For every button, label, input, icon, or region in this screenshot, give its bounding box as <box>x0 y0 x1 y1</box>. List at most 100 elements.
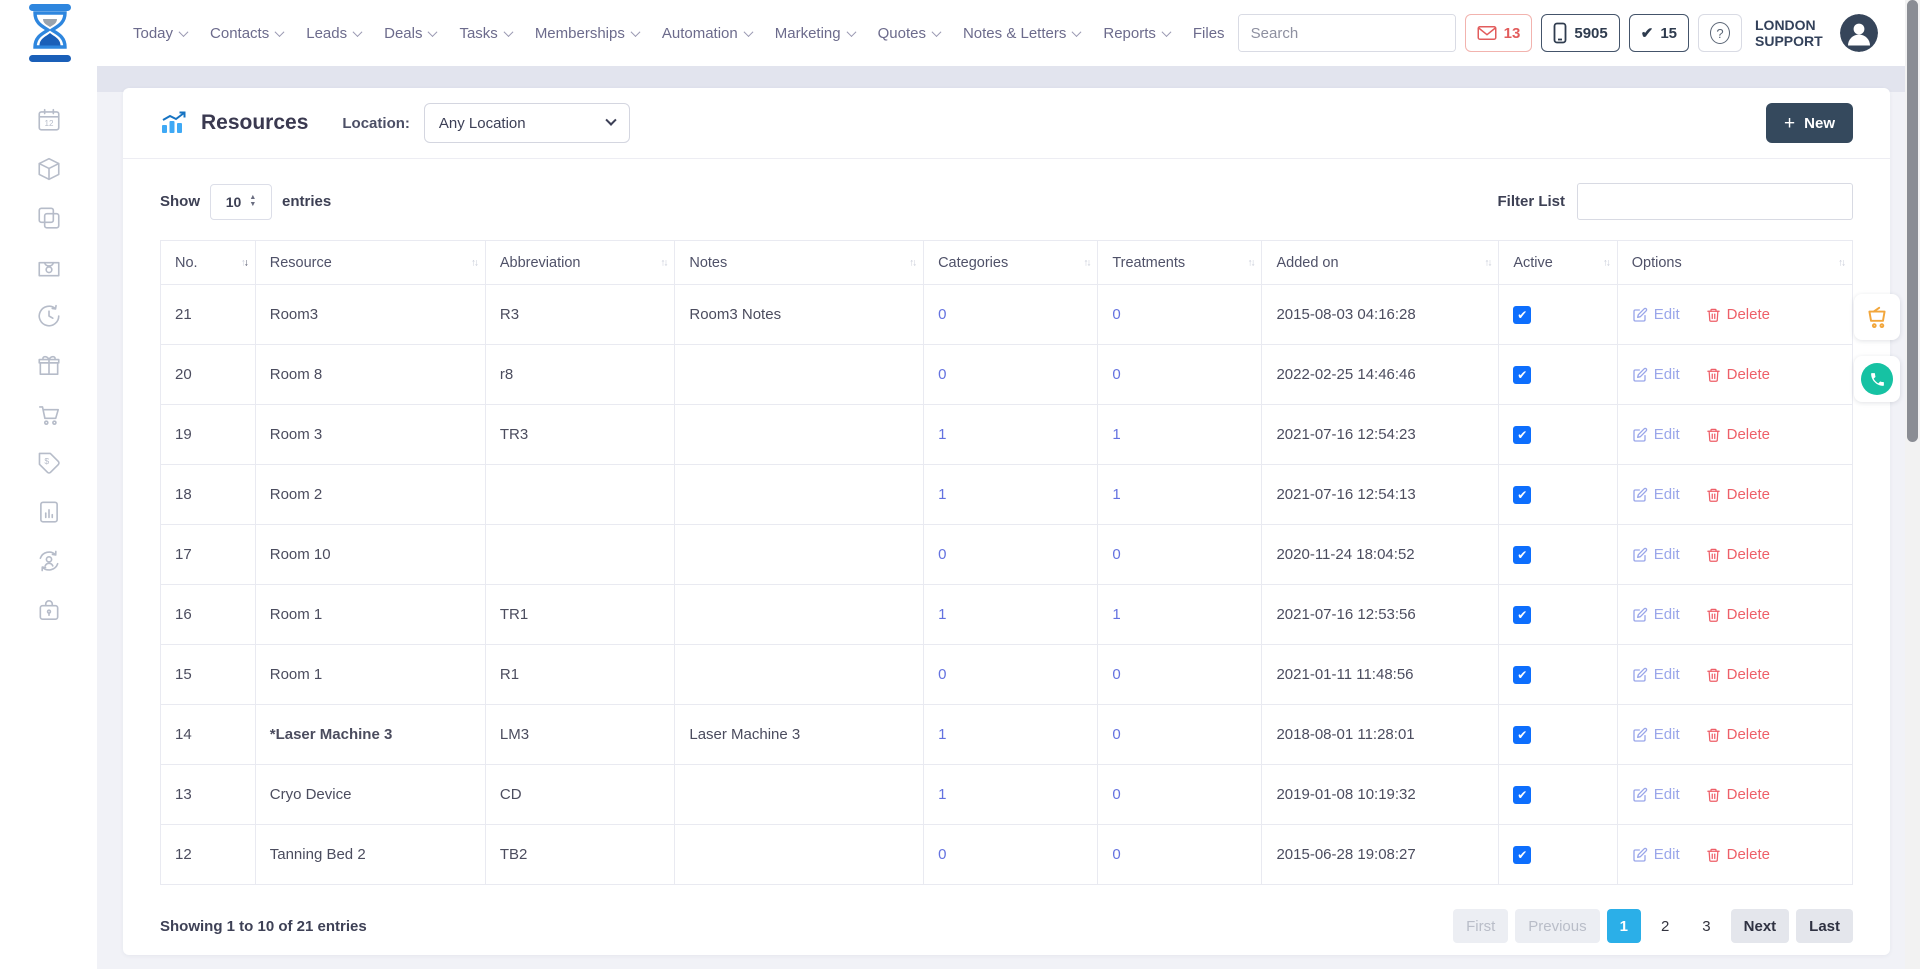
column-header-abbreviation[interactable]: Abbreviation↑↓ <box>485 241 675 285</box>
sidebar-item-shop[interactable] <box>35 400 62 427</box>
phone-badge[interactable]: 5905 <box>1541 14 1619 52</box>
nav-item-memberships[interactable]: Memberships <box>535 25 639 42</box>
delete-button[interactable]: Delete <box>1706 606 1770 623</box>
sidebar-item-calendar[interactable]: 12 <box>35 106 62 133</box>
edit-button[interactable]: Edit <box>1632 666 1680 683</box>
cell-treatments-link[interactable]: 0 <box>1112 306 1120 323</box>
delete-button[interactable]: Delete <box>1706 366 1770 383</box>
cell-treatments-link[interactable]: 1 <box>1112 606 1120 623</box>
help-button[interactable]: ? <box>1698 14 1742 52</box>
column-header-active[interactable]: Active↑↓ <box>1499 241 1617 285</box>
nav-item-reports[interactable]: Reports <box>1103 25 1170 42</box>
delete-button[interactable]: Delete <box>1706 666 1770 683</box>
sidebar-item-products[interactable] <box>35 155 62 182</box>
nav-item-leads[interactable]: Leads <box>306 25 361 42</box>
pagination-3[interactable]: 3 <box>1689 909 1723 943</box>
pagination-previous[interactable]: Previous <box>1515 909 1599 943</box>
cell-categories-link[interactable]: 1 <box>938 606 946 623</box>
cell-treatments-link[interactable]: 1 <box>1112 486 1120 503</box>
cell-treatments-link[interactable]: 0 <box>1112 366 1120 383</box>
edit-button[interactable]: Edit <box>1632 606 1680 623</box>
delete-button[interactable]: Delete <box>1706 726 1770 743</box>
cell-treatments-link[interactable]: 0 <box>1112 546 1120 563</box>
cell-categories-link[interactable]: 0 <box>938 846 946 863</box>
delete-button[interactable]: Delete <box>1706 786 1770 803</box>
delete-button[interactable]: Delete <box>1706 306 1770 323</box>
app-logo-icon[interactable] <box>26 4 74 62</box>
nav-item-contacts[interactable]: Contacts <box>210 25 283 42</box>
pagination-2[interactable]: 2 <box>1648 909 1682 943</box>
floating-phone-button[interactable] <box>1854 356 1900 402</box>
cell-categories-link[interactable]: 0 <box>938 306 946 323</box>
nav-item-tasks[interactable]: Tasks <box>459 25 511 42</box>
sidebar-item-security[interactable] <box>35 596 62 623</box>
pagination-1[interactable]: 1 <box>1607 909 1641 943</box>
cell-treatments-link[interactable]: 0 <box>1112 846 1120 863</box>
column-header-categories[interactable]: Categories↑↓ <box>924 241 1098 285</box>
active-checkbox[interactable]: ✔ <box>1513 726 1531 744</box>
delete-button[interactable]: Delete <box>1706 486 1770 503</box>
cell-categories-link[interactable]: 1 <box>938 726 946 743</box>
cell-categories-link[interactable]: 0 <box>938 366 946 383</box>
nav-item-automation[interactable]: Automation <box>662 25 752 42</box>
new-button[interactable]: + New <box>1766 103 1853 143</box>
sidebar-item-duplicate[interactable] <box>35 204 62 231</box>
nav-item-quotes[interactable]: Quotes <box>878 25 940 42</box>
floating-cart-button[interactable] <box>1854 294 1900 340</box>
active-checkbox[interactable]: ✔ <box>1513 606 1531 624</box>
active-checkbox[interactable]: ✔ <box>1513 666 1531 684</box>
location-select[interactable]: Any Location <box>424 103 630 143</box>
column-header-resource[interactable]: Resource↑↓ <box>255 241 485 285</box>
column-header-treatments[interactable]: Treatments↑↓ <box>1098 241 1262 285</box>
active-checkbox[interactable]: ✔ <box>1513 366 1531 384</box>
cell-categories-link[interactable]: 0 <box>938 546 946 563</box>
delete-button[interactable]: Delete <box>1706 846 1770 863</box>
scrollbar-thumb[interactable] <box>1907 0 1918 442</box>
cell-categories-link[interactable]: 1 <box>938 426 946 443</box>
delete-button[interactable]: Delete <box>1706 546 1770 563</box>
nav-item-today[interactable]: Today <box>133 25 187 42</box>
active-checkbox[interactable]: ✔ <box>1513 486 1531 504</box>
sidebar-item-gifts[interactable] <box>35 351 62 378</box>
column-header-added-on[interactable]: Added on↑↓ <box>1262 241 1499 285</box>
sidebar-item-reports[interactable] <box>35 498 62 525</box>
nav-item-files[interactable]: Files <box>1193 25 1225 42</box>
pagination-first[interactable]: First <box>1453 909 1508 943</box>
cell-categories-link[interactable]: 0 <box>938 666 946 683</box>
mail-badge[interactable]: 13 <box>1465 14 1533 52</box>
nav-item-notes-letters[interactable]: Notes & Letters <box>963 25 1080 42</box>
active-checkbox[interactable]: ✔ <box>1513 786 1531 804</box>
active-checkbox[interactable]: ✔ <box>1513 306 1531 324</box>
edit-button[interactable]: Edit <box>1632 426 1680 443</box>
filter-input[interactable] <box>1577 183 1853 220</box>
search-input[interactable] <box>1239 15 1456 51</box>
page-scrollbar[interactable] <box>1905 0 1920 969</box>
pagination-next[interactable]: Next <box>1731 909 1790 943</box>
cell-treatments-link[interactable]: 0 <box>1112 666 1120 683</box>
sidebar-item-vouchers[interactable] <box>35 253 62 280</box>
edit-button[interactable]: Edit <box>1632 726 1680 743</box>
cell-categories-link[interactable]: 1 <box>938 486 946 503</box>
tasks-badge[interactable]: ✔ 15 <box>1629 14 1689 52</box>
delete-button[interactable]: Delete <box>1706 426 1770 443</box>
nav-item-marketing[interactable]: Marketing <box>775 25 855 42</box>
page-size-select[interactable]: 10 ▲▼ <box>210 184 272 220</box>
edit-button[interactable]: Edit <box>1632 546 1680 563</box>
pagination-last[interactable]: Last <box>1796 909 1853 943</box>
cell-treatments-link[interactable]: 0 <box>1112 726 1120 743</box>
cell-treatments-link[interactable]: 1 <box>1112 426 1120 443</box>
active-checkbox[interactable]: ✔ <box>1513 426 1531 444</box>
column-header-notes[interactable]: Notes↑↓ <box>675 241 924 285</box>
cell-categories-link[interactable]: 1 <box>938 786 946 803</box>
edit-button[interactable]: Edit <box>1632 846 1680 863</box>
edit-button[interactable]: Edit <box>1632 366 1680 383</box>
column-header-options[interactable]: Options↑↓ <box>1617 241 1852 285</box>
user-avatar[interactable] <box>1840 14 1878 52</box>
cell-treatments-link[interactable]: 0 <box>1112 786 1120 803</box>
edit-button[interactable]: Edit <box>1632 306 1680 323</box>
sidebar-item-history[interactable] <box>35 302 62 329</box>
nav-item-deals[interactable]: Deals <box>384 25 436 42</box>
edit-button[interactable]: Edit <box>1632 786 1680 803</box>
edit-button[interactable]: Edit <box>1632 486 1680 503</box>
column-header-no-[interactable]: No.↑↓ <box>161 241 256 285</box>
